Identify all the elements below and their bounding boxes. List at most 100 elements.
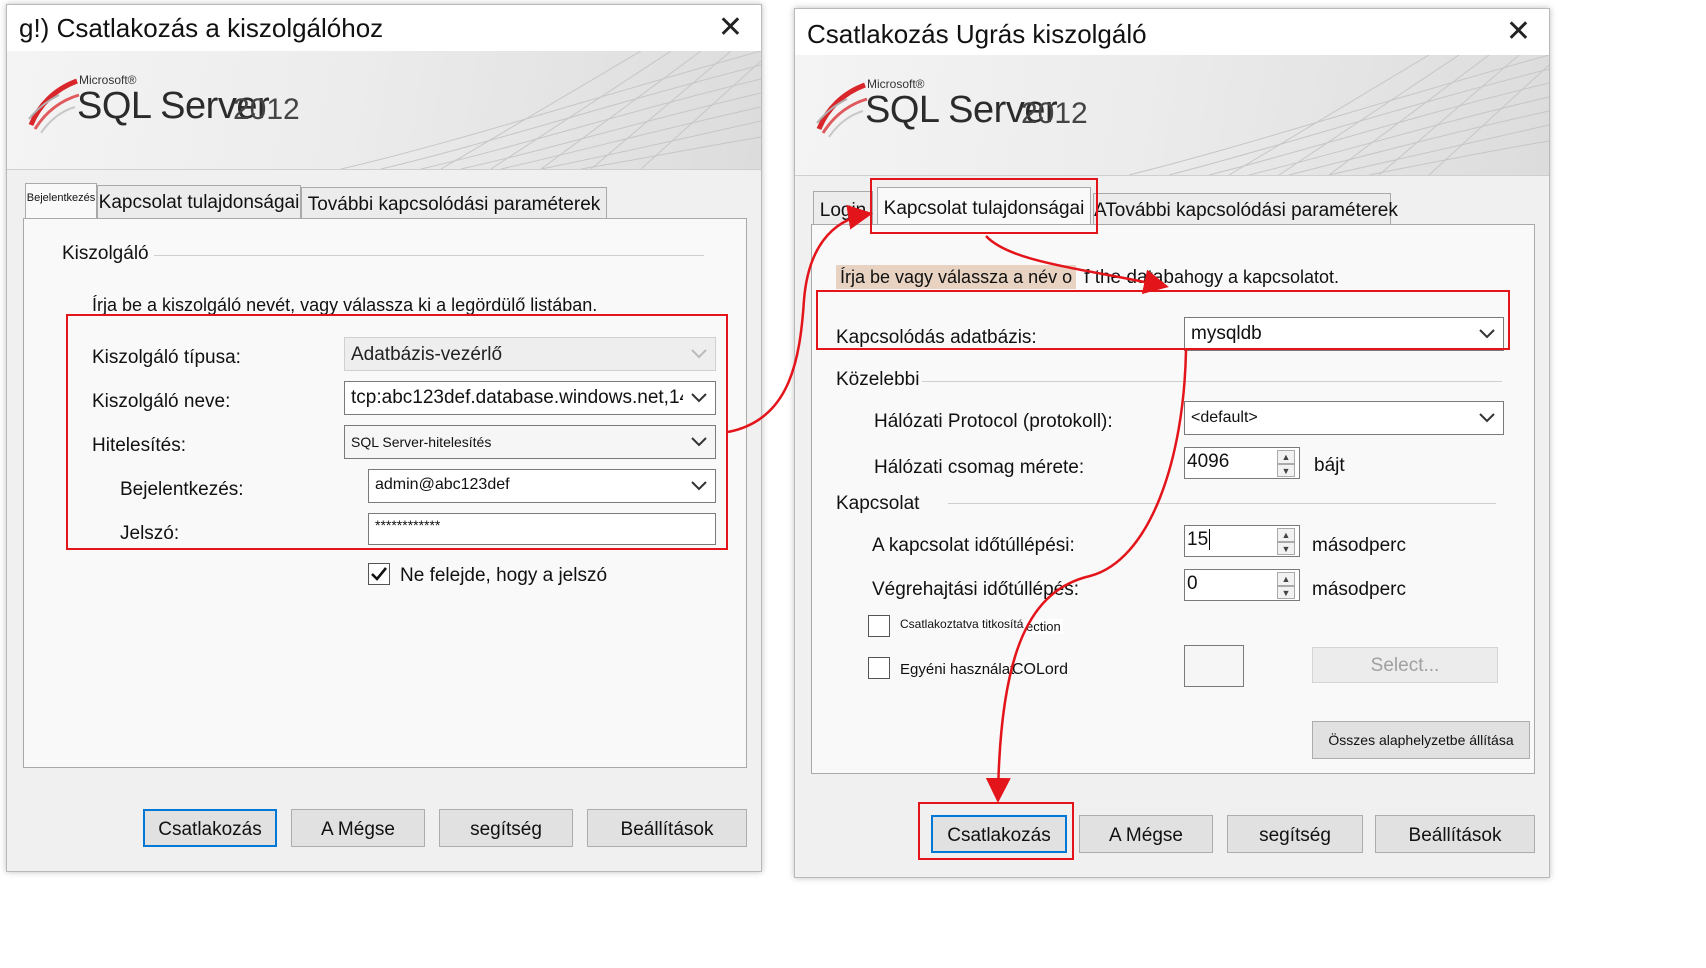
server-type-select[interactable]: Adatbázis-vezérlő: [344, 337, 716, 371]
server-name-value: tcp:abc123def.database.windows.net,14: [351, 387, 691, 408]
tab-login[interactable]: Bejelentkezés: [25, 183, 97, 219]
options-button[interactable]: Beállítások: [1375, 815, 1535, 853]
packet-size-unit: bájt: [1314, 455, 1345, 476]
connect-button[interactable]: Csatlakozás: [143, 809, 277, 847]
options-button[interactable]: Beállítások: [587, 809, 747, 847]
sql-server-banner: Microsoft® SQL Server 2012: [7, 51, 761, 170]
sql-server-banner: Microsoft® SQL Server 2012: [795, 55, 1549, 176]
spinner-buttons[interactable]: ▲ ▼: [1277, 450, 1295, 478]
connect-button-label: Csatlakozás: [158, 819, 262, 840]
login-tab-panel: Kiszolgáló Írja be a kiszolgáló nevét, v…: [23, 218, 747, 768]
authentication-value: SQL Server-hitelesítés: [351, 434, 492, 450]
help-button-label: segítség: [470, 819, 542, 840]
help-button[interactable]: segítség: [1227, 815, 1363, 853]
connection-group-divider: [948, 503, 1496, 504]
instruction-part-1: Írja be vagy válassza a név o: [836, 265, 1077, 289]
network-protocol-label: Hálózati Protocol (protokoll):: [874, 411, 1113, 432]
custom-color-overlay: COLord: [1012, 661, 1069, 678]
close-icon[interactable]: ✕: [1506, 17, 1531, 47]
server-name-label: Kiszolgáló neve:: [92, 391, 231, 412]
title-bar: Csatlakozás Ugrás kiszolgáló ✕: [795, 9, 1549, 55]
options-button-label: Beállítások: [1408, 825, 1502, 846]
network-protocol-value: <default>: [1191, 409, 1258, 426]
sql-server-logo-icon: [816, 82, 868, 138]
spin-down-icon[interactable]: ▼: [1277, 541, 1295, 556]
cancel-button[interactable]: A Mégse: [291, 809, 425, 847]
encrypt-connection-label: Csatlakoztatva titkosítás: [900, 617, 1030, 631]
network-group-divider: [922, 381, 1502, 382]
connect-database-combobox[interactable]: mysqldb: [1184, 317, 1504, 351]
instruction-part-2: f the datab: [1084, 267, 1174, 288]
spin-up-icon[interactable]: ▲: [1277, 528, 1295, 542]
tab-connection-properties[interactable]: Kapcsolat tulajdonságai: [877, 187, 1091, 225]
spin-down-icon[interactable]: ▼: [1277, 585, 1295, 600]
authentication-label: Hitelesítés:: [92, 435, 186, 456]
tab-connection-properties-label: Kapcsolat tulajdonságai: [98, 192, 300, 213]
packet-size-spinner[interactable]: 4096 ▲ ▼: [1184, 447, 1300, 479]
color-swatch[interactable]: [1184, 645, 1244, 687]
spin-down-icon[interactable]: ▼: [1277, 463, 1295, 478]
connection-timeout-unit: másodperc: [1312, 535, 1406, 556]
tab-additional-parameters[interactable]: ATovábbi kapcsolódási paraméterek: [1093, 193, 1398, 225]
cancel-button[interactable]: A Mégse: [1079, 815, 1213, 853]
execution-timeout-label: Végrehajtási időtúllépés:: [872, 579, 1080, 600]
tab-additional-parameters[interactable]: További kapcsolódási paraméterek: [301, 187, 607, 219]
remember-password-label: Ne felejde, hogy a jelszó: [400, 565, 608, 586]
network-group-label: Közelebbi: [836, 369, 920, 390]
cancel-button-label: A Mégse: [321, 819, 395, 840]
password-value: ************: [375, 517, 441, 533]
options-button-label: Beállítások: [620, 819, 714, 840]
connection-timeout-spinner[interactable]: 15 ▲ ▼: [1184, 525, 1300, 557]
instruction-part-3: ahogy a kapcsolatot.: [1173, 267, 1340, 287]
tab-login[interactable]: Login: [813, 191, 873, 225]
tab-prefix: A: [1094, 200, 1106, 221]
tab-login-label: Login: [819, 200, 867, 221]
packet-size-value: 4096: [1187, 451, 1230, 472]
text-cursor: [1209, 529, 1211, 550]
select-color-button[interactable]: Select...: [1312, 647, 1498, 683]
spinner-buttons[interactable]: ▲ ▼: [1277, 528, 1295, 556]
spin-up-icon[interactable]: ▲: [1277, 572, 1295, 586]
login-combobox[interactable]: admin@abc123def: [368, 469, 716, 503]
close-icon[interactable]: ✕: [718, 13, 743, 43]
server-name-combobox[interactable]: tcp:abc123def.database.windows.net,14: [344, 381, 716, 415]
tab-login-label: Bejelentkezés: [26, 192, 96, 204]
execution-timeout-unit: másodperc: [1312, 579, 1406, 600]
network-protocol-select[interactable]: <default>: [1184, 401, 1504, 435]
dialog-title: g!) Csatlakozás a kiszolgálóhoz: [19, 13, 384, 43]
product-version: 2012: [233, 93, 300, 126]
tab-connection-properties-label: Kapcsolat tulajdonságai: [883, 198, 1085, 219]
title-bar: g!) Csatlakozás a kiszolgálóhoz ✕: [7, 5, 761, 51]
help-button-label: segítség: [1259, 825, 1331, 846]
connect-to-server-dialog: g!) Csatlakozás a kiszolgálóhoz ✕ Micros…: [6, 4, 762, 872]
spinner-buttons[interactable]: ▲ ▼: [1277, 572, 1295, 600]
tab-additional-parameters-label: További kapcsolódási paraméterek: [1105, 200, 1398, 221]
encrypt-connection-checkbox[interactable]: [868, 615, 890, 637]
server-group-label: Kiszolgáló: [62, 243, 149, 264]
chevron-down-icon: [1479, 413, 1495, 423]
chevron-down-icon[interactable]: [683, 387, 707, 409]
connection-group-label: Kapcsolat: [836, 493, 920, 514]
tab-connection-properties[interactable]: Kapcsolat tulajdonságai: [97, 185, 301, 219]
connect-options-dialog: Csatlakozás Ugrás kiszolgáló ✕ Microsoft…: [794, 8, 1550, 878]
instruction-text: Írja be vagy válassza a név o f the datab…: [836, 265, 1340, 289]
connection-properties-panel: Írja be vagy válassza a név o f the datab…: [811, 224, 1535, 774]
server-type-value: Adatbázis-vezérlő: [351, 344, 503, 365]
execution-timeout-spinner[interactable]: 0 ▲ ▼: [1184, 569, 1300, 601]
remember-password-checkbox[interactable]: [368, 563, 390, 585]
connect-button[interactable]: Csatlakozás: [931, 815, 1067, 853]
reset-all-button-label: Összes alaphelyzetbe állítása: [1328, 732, 1514, 748]
spin-up-icon[interactable]: ▲: [1277, 450, 1295, 464]
password-input[interactable]: ************: [368, 513, 716, 545]
product-version: 2012: [1021, 97, 1088, 130]
chevron-down-icon: [691, 349, 707, 359]
select-color-button-label: Select...: [1370, 655, 1440, 676]
wave-graphic: [341, 51, 761, 169]
connect-button-label: Csatlakozás: [947, 825, 1051, 846]
reset-all-button[interactable]: Összes alaphelyzetbe állítása: [1312, 721, 1530, 759]
connect-database-label: Kapcsolódás adatbázis:: [836, 327, 1037, 348]
login-label: Bejelentkezés:: [120, 479, 244, 500]
authentication-select[interactable]: SQL Server-hitelesítés: [344, 425, 716, 459]
help-button[interactable]: segítség: [439, 809, 573, 847]
custom-color-checkbox[interactable]: [868, 657, 890, 679]
